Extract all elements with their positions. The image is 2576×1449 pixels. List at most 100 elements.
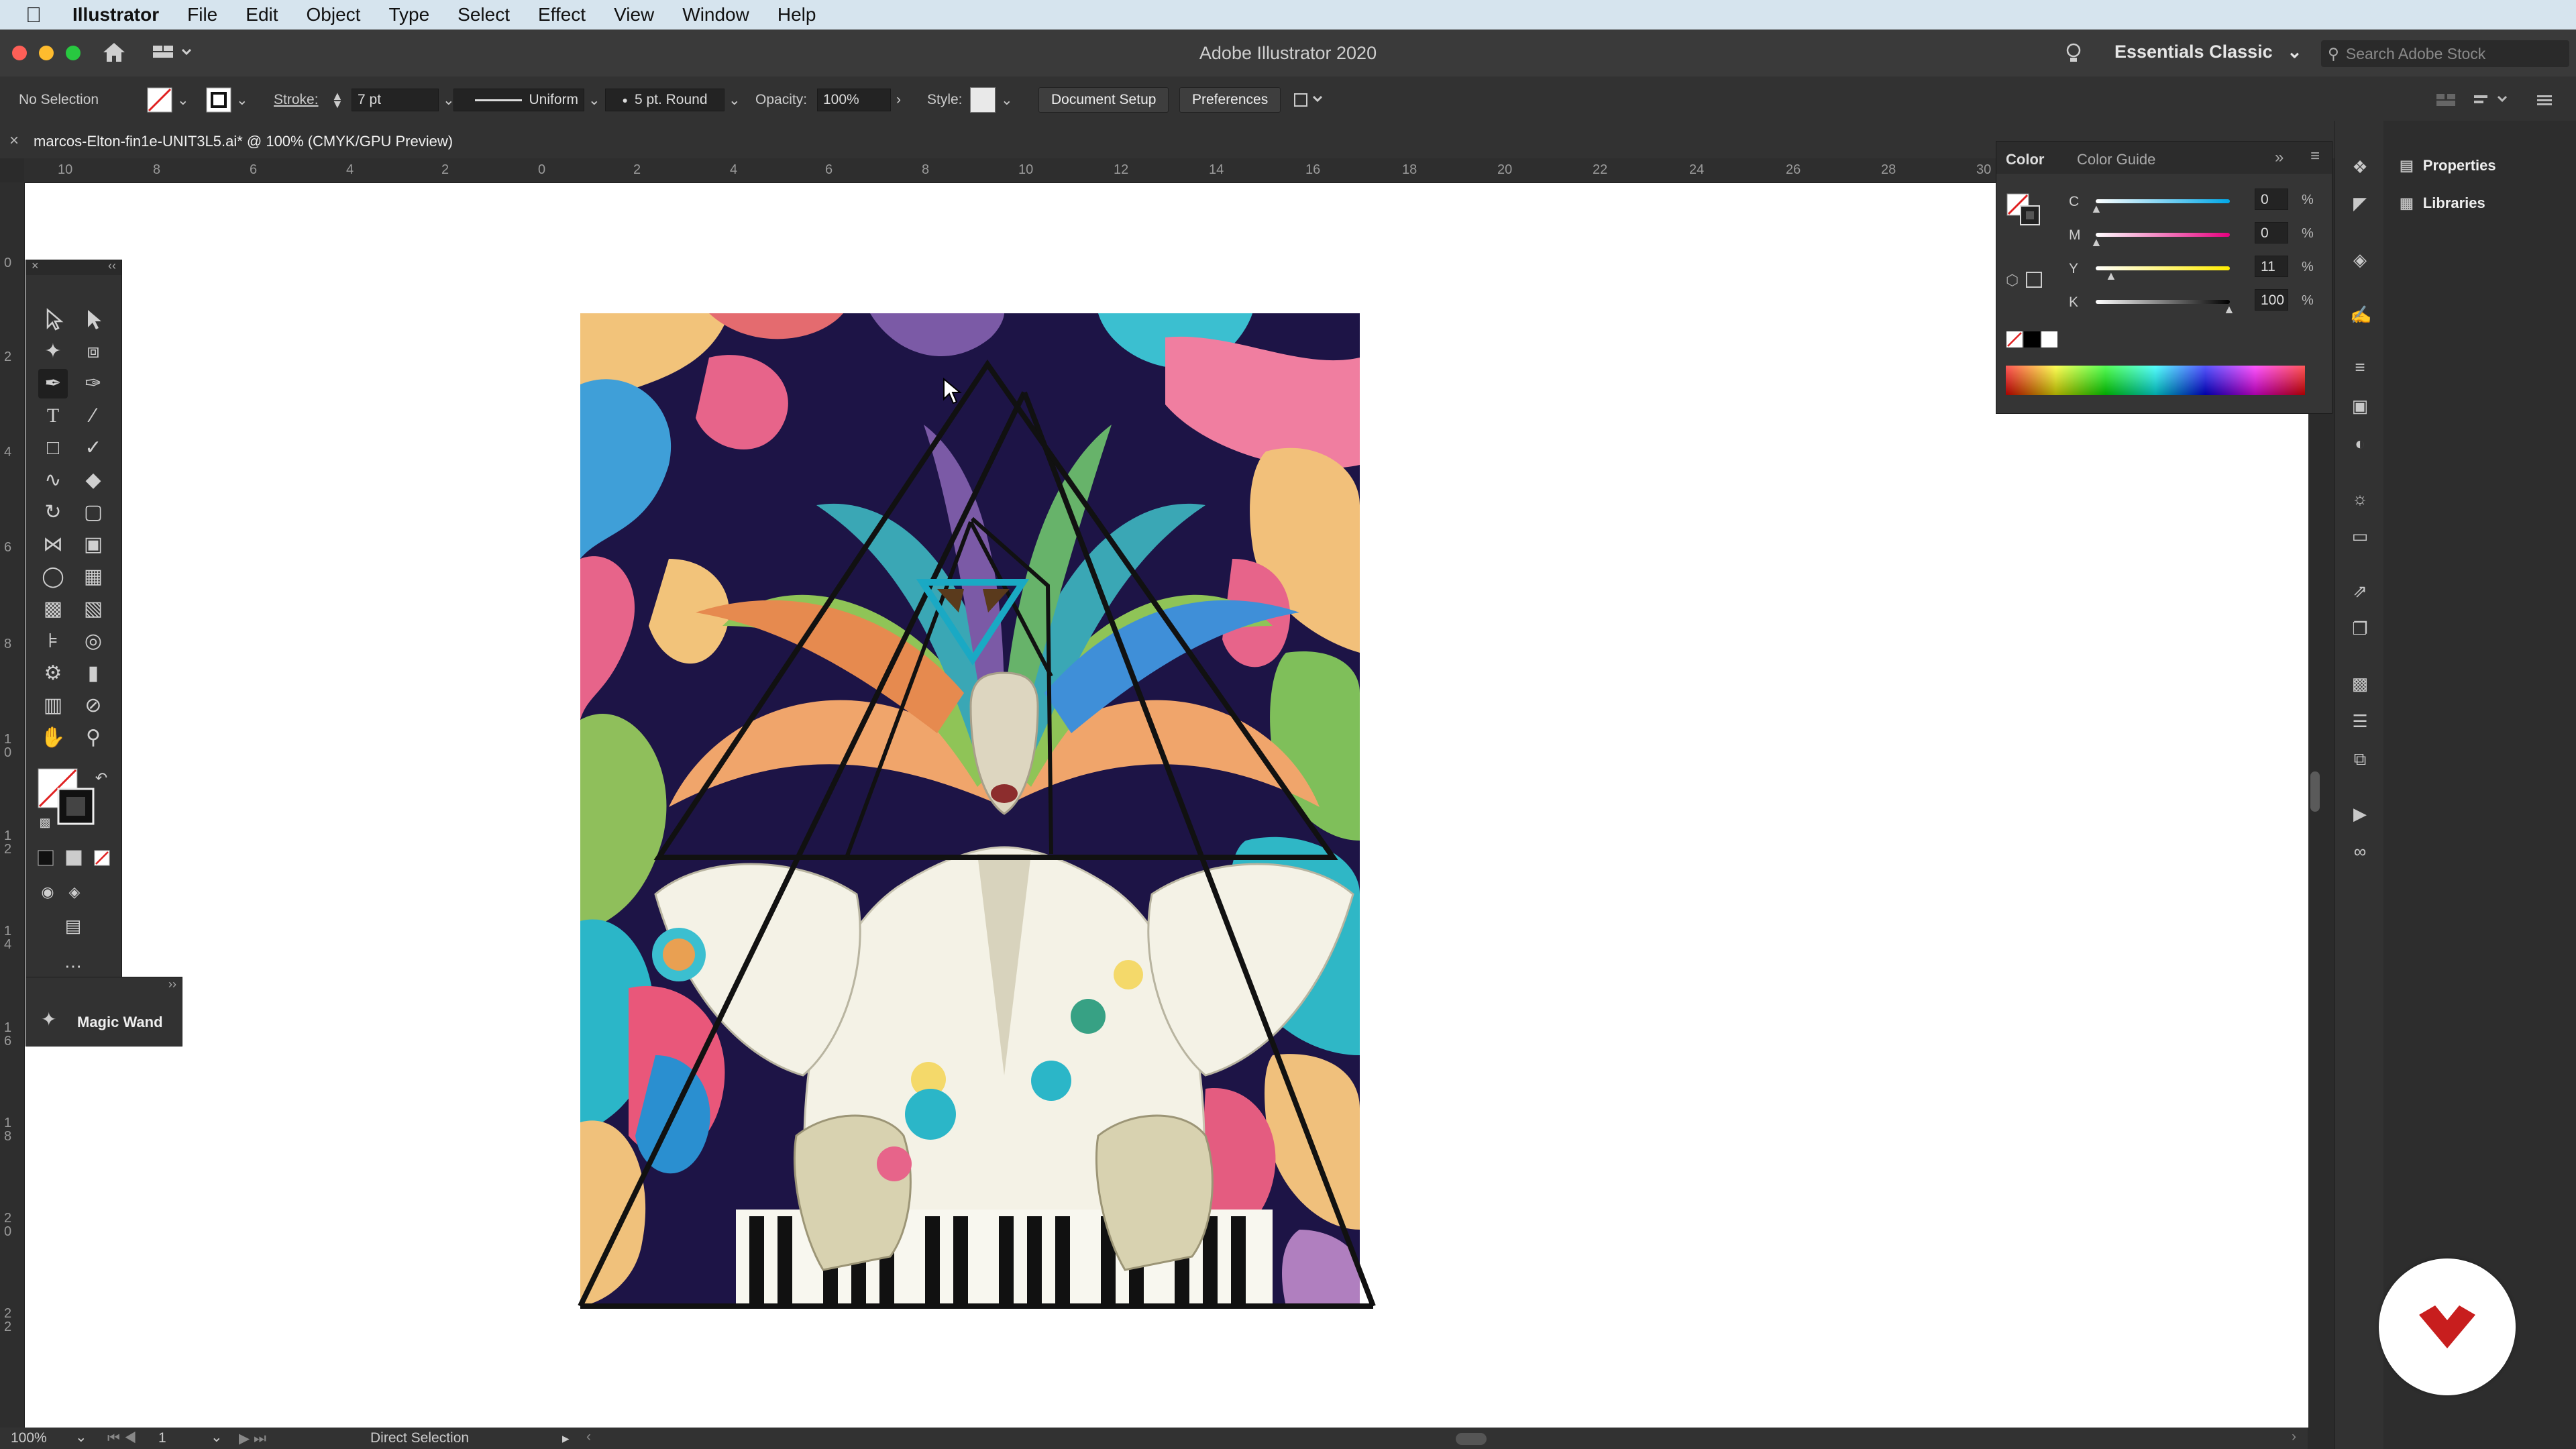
eraser-tool-icon[interactable]: ◆: [78, 466, 108, 495]
selection-tool-icon[interactable]: [38, 305, 68, 334]
artwork[interactable]: [25, 183, 2308, 1428]
fill-swatch[interactable]: ⌄: [146, 76, 189, 123]
actions-panel-icon[interactable]: ▶: [2350, 804, 2370, 824]
chevron-right-icon[interactable]: ›: [896, 92, 901, 108]
align-options-icon[interactable]: [1293, 76, 1327, 123]
apple-icon[interactable]: : [25, 3, 52, 28]
control-menu-icon[interactable]: [2534, 76, 2555, 123]
draw-behind-icon[interactable]: ◈: [60, 877, 89, 907]
chevron-down-icon[interactable]: ⌄: [236, 92, 248, 109]
appearance-panel-icon[interactable]: ☼: [2350, 488, 2370, 508]
channel-m-thumb[interactable]: ▲: [2090, 235, 2102, 250]
stroke-swatch[interactable]: ⌄: [205, 76, 248, 123]
variable-width-profile[interactable]: Uniform: [453, 89, 584, 111]
links-panel-icon[interactable]: ∞: [2350, 841, 2370, 861]
mesh-tool-icon[interactable]: ▩: [38, 594, 68, 624]
panel-layout-icon[interactable]: [2473, 76, 2513, 123]
stroke-stepper[interactable]: ▲ ▼: [331, 76, 343, 123]
menu-edit[interactable]: Edit: [246, 4, 278, 25]
zoom-level[interactable]: 100%: [11, 1430, 47, 1446]
document-setup-button[interactable]: Document Setup: [1038, 87, 1169, 113]
export-panel-icon[interactable]: ⇗: [2350, 581, 2370, 601]
collapse-icon[interactable]: ‹‹: [108, 259, 116, 273]
channel-y-thumb[interactable]: ▲: [2105, 269, 2117, 283]
brush-definition[interactable]: ● 5 pt. Round: [605, 89, 724, 111]
menu-object[interactable]: Object: [307, 4, 361, 25]
tools-panel-header[interactable]: × ‹‹: [26, 259, 121, 275]
perspective-grid-tool-icon[interactable]: ▦: [78, 562, 108, 592]
arrange-panels-icon[interactable]: [2435, 76, 2458, 123]
magic-wand-tool-icon[interactable]: ✦: [38, 337, 68, 366]
brushes-panel-icon[interactable]: ✍: [2350, 305, 2371, 325]
properties-panel-tab[interactable]: ▤ Properties: [2400, 157, 2496, 174]
menu-app-name[interactable]: Illustrator: [72, 4, 159, 25]
chevron-down-icon[interactable]: ⌄: [211, 1429, 223, 1446]
status-menu-arrow-icon[interactable]: ▸: [562, 1430, 570, 1447]
screen-mode-icon[interactable]: ▤: [58, 911, 88, 941]
color-panel-icon[interactable]: ❖: [2350, 157, 2370, 177]
opacity-input[interactable]: 100%: [817, 89, 891, 111]
shaper-tool-icon[interactable]: ∿: [38, 466, 68, 495]
pathfinder-panel-icon[interactable]: ⧉: [2350, 749, 2370, 769]
color-guide-panel-icon[interactable]: ◤: [2350, 193, 2370, 213]
canvas-area[interactable]: [25, 183, 2308, 1428]
adobe-stock-search[interactable]: ⚲ Search Adobe Stock: [2321, 40, 2569, 67]
pen-tool-icon[interactable]: ✒: [38, 369, 68, 398]
channel-y-input[interactable]: 11: [2255, 256, 2288, 277]
color-mode-buttons[interactable]: [36, 848, 116, 868]
menu-file[interactable]: File: [187, 4, 217, 25]
free-transform-tool-icon[interactable]: ▣: [78, 530, 108, 559]
menu-select[interactable]: Select: [458, 4, 510, 25]
out-of-gamut-icon[interactable]: ⬡: [2006, 272, 2019, 289]
web-safe-icon[interactable]: [2026, 272, 2042, 288]
rectangle-tool-icon[interactable]: □: [38, 433, 68, 463]
stroke-panel-icon[interactable]: ≡: [2350, 357, 2370, 377]
channel-m-slider[interactable]: [2096, 233, 2230, 237]
shape-builder-tool-icon[interactable]: ◯: [38, 562, 68, 592]
column-graph-tool-icon[interactable]: ▮: [78, 659, 108, 688]
tab-color-guide[interactable]: Color Guide: [2077, 151, 2155, 168]
vertical-scrollbar-thumb[interactable]: [2310, 771, 2320, 812]
gradient-tool-icon[interactable]: ▧: [78, 594, 108, 624]
color-spectrum[interactable]: [2006, 366, 2305, 395]
graphic-style-swatch[interactable]: ⌄: [970, 76, 1013, 123]
artboard-number[interactable]: 1: [158, 1430, 166, 1446]
chevron-down-icon[interactable]: ⌄: [729, 92, 741, 109]
scroll-left-icon[interactable]: ‹: [586, 1429, 591, 1445]
workspace-switcher[interactable]: Essentials Classic ⌄: [2114, 42, 2302, 62]
collapse-icon[interactable]: ››: [168, 977, 176, 991]
type-tool-icon[interactable]: T: [38, 401, 68, 431]
default-fill-stroke-icon[interactable]: ▩: [30, 808, 60, 837]
width-tool-icon[interactable]: ⋈: [38, 530, 68, 559]
menu-type[interactable]: Type: [388, 4, 429, 25]
horizontal-scrollbar-thumb[interactable]: [1456, 1433, 1487, 1445]
artboard-tool-icon[interactable]: ▥: [38, 691, 68, 720]
chevron-down-icon[interactable]: ⌄: [75, 1429, 87, 1446]
align-panel-icon[interactable]: ☰: [2350, 711, 2370, 731]
tool-flyout-magic-wand[interactable]: ›› ✦ Magic Wand: [25, 977, 182, 1046]
transform-panel-icon[interactable]: ▩: [2350, 674, 2370, 694]
direct-selection-tool-icon[interactable]: [78, 305, 108, 334]
graphic-styles-panel-icon[interactable]: ▭: [2350, 526, 2370, 546]
hand-tool-icon[interactable]: ✋: [38, 723, 68, 753]
channel-c-thumb[interactable]: ▲: [2090, 202, 2102, 216]
lightbulb-icon[interactable]: [2063, 42, 2084, 66]
stroke-weight-input[interactable]: 7 pt: [352, 89, 439, 111]
menu-window[interactable]: Window: [682, 4, 749, 25]
channel-k-slider[interactable]: [2096, 300, 2230, 304]
zoom-tool-icon[interactable]: ⚲: [78, 723, 108, 753]
blend-tool-icon[interactable]: ◎: [78, 627, 108, 656]
eyedropper-tool-icon[interactable]: ⊧: [38, 627, 68, 656]
panel-menu-icon[interactable]: ≡: [2310, 147, 2320, 166]
chevron-down-icon[interactable]: ⌄: [1001, 92, 1013, 109]
artboard-nav-next-last[interactable]: ▶ ⏭: [239, 1430, 266, 1447]
tab-color[interactable]: Color: [2006, 151, 2044, 168]
swap-fill-stroke-icon[interactable]: ↶: [87, 763, 116, 793]
chevron-down-icon[interactable]: ⌄: [588, 92, 600, 109]
fill-stroke-mini-swatch[interactable]: [2006, 184, 2042, 226]
paintbrush-tool-icon[interactable]: ✓: [78, 433, 108, 463]
menu-view[interactable]: View: [614, 4, 654, 25]
lasso-tool-icon[interactable]: ⧈: [78, 337, 108, 366]
quick-swatches[interactable]: [2006, 331, 2066, 348]
libraries-panel-tab[interactable]: ▦ Libraries: [2400, 195, 2485, 212]
